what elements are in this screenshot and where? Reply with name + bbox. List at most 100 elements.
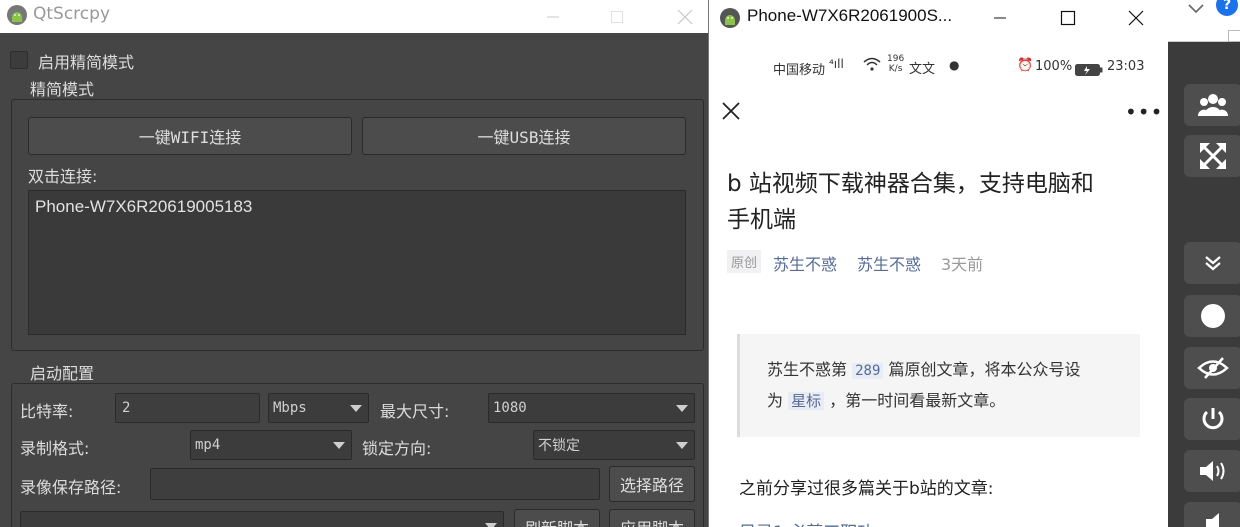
power-icon — [1202, 408, 1224, 430]
minimize-icon — [994, 17, 1006, 19]
notification-icons: ⽂⽂ — [909, 62, 936, 77]
select-path-button[interactable]: 选择路径 — [609, 466, 695, 502]
max-size-select[interactable]: 1080 — [488, 393, 695, 423]
script-select[interactable] — [20, 511, 504, 527]
volume-down-button[interactable] — [1184, 502, 1240, 527]
phone-minimize-button[interactable] — [977, 0, 1023, 36]
hide-button[interactable] — [1184, 347, 1240, 389]
wechat-icon: ● — [949, 58, 960, 72]
bitrate-input[interactable]: 2 — [115, 393, 260, 423]
record-path-input[interactable] — [150, 468, 600, 500]
refresh-script-button[interactable]: 刷新脚本 — [514, 509, 600, 527]
publish-date: 3天前 — [941, 255, 984, 274]
qtscrcpy-titlebar[interactable]: QtScrcpy — [0, 0, 708, 33]
phone-mirror-window: Phone-W7X6R2061900S... 中国移动 ⁴ıll 196 K/s… — [708, 0, 1169, 527]
account-link[interactable]: 苏生不惑 — [857, 251, 921, 275]
quote-line2: 为 星标 ，第一时间看最新文章。 — [767, 387, 1005, 411]
double-click-label: 双击连接: — [28, 167, 98, 186]
chevron-down-icon — [485, 523, 497, 527]
phone-screen[interactable]: 中国移动 ⁴ıll 196 K/s ⽂⽂ ● ⏰ 100% 23:03 ••• … — [709, 38, 1169, 527]
volume-up-button[interactable] — [1184, 450, 1240, 492]
quote-part3: 为 — [767, 391, 784, 410]
record-format-select[interactable]: mp4 — [190, 430, 352, 460]
maximize-button[interactable] — [594, 0, 640, 33]
chevron-down-icon[interactable] — [1188, 0, 1204, 19]
browser-tab-edge — [1228, 30, 1240, 42]
phone-maximize-button[interactable] — [1045, 0, 1091, 36]
wifi-icon — [863, 56, 881, 75]
article-cut-line: 目录1 必剪工职功 — [739, 518, 874, 527]
chevron-down-icon — [676, 405, 688, 412]
quote-block: 苏生不惑第 289 篇原创文章，将本公众号设 为 星标 ，第一时间看最新文章。 — [737, 334, 1140, 437]
article-title-line2: 手机端 — [727, 207, 796, 233]
lock-orientation-value: 不锁定 — [538, 438, 580, 454]
chevron-down-icon — [350, 405, 362, 412]
net-speed-unit: K/s — [888, 64, 903, 74]
record-path-label: 录像保存路径: — [20, 478, 122, 497]
lock-orientation-label: 锁定方向: — [362, 439, 432, 458]
original-tag: 原创 — [727, 250, 762, 273]
chevron-down-icon — [676, 442, 688, 449]
usb-connect-button[interactable]: 一键USB连接 — [362, 117, 686, 155]
minimize-icon — [547, 16, 559, 17]
maximize-icon — [611, 10, 623, 23]
touch-dot-icon — [1201, 304, 1225, 328]
touch-dot-button[interactable] — [1184, 295, 1240, 337]
browser-fragment: ? — [1168, 0, 1240, 42]
close-icon — [1128, 10, 1144, 26]
quote-star: 星标 — [788, 392, 825, 410]
qtscrcpy-window: QtScrcpy 启用精简模式 精简模式 一键WIFI连接 一键USB连接 双击… — [0, 0, 708, 527]
quote-line1: 苏生不惑第 289 篇原创文章，将本公众号设 — [767, 356, 1081, 380]
collapse-button[interactable] — [1184, 242, 1240, 284]
phone-close-button[interactable] — [1113, 0, 1159, 36]
record-format-value: mp4 — [195, 437, 221, 453]
clock: 23:03 — [1107, 59, 1145, 74]
collapse-icon — [1205, 256, 1221, 271]
quote-count: 289 — [852, 363, 884, 379]
more-options-icon[interactable]: ••• — [1125, 100, 1163, 124]
net-speed-value: 196 — [887, 54, 905, 64]
wifi-connect-button[interactable]: 一键WIFI连接 — [28, 117, 352, 155]
bitrate-unit-select[interactable]: Mbps — [268, 393, 369, 423]
author-link[interactable]: 苏生不惑 — [773, 251, 837, 275]
hide-eye-icon — [1197, 357, 1229, 379]
article-title-line1: b 站视频下载神器合集，支持电脑和 — [727, 171, 1094, 197]
phone-window-titlebar[interactable]: Phone-W7X6R2061900S... — [709, 0, 1169, 36]
bitrate-unit-value: Mbps — [273, 400, 307, 416]
simple-mode-group-title: 精简模式 — [30, 80, 95, 99]
max-size-value: 1080 — [493, 400, 527, 416]
close-button[interactable] — [662, 0, 708, 33]
volume-up-icon — [1200, 461, 1225, 481]
simple-mode-checkbox[interactable] — [10, 51, 28, 69]
scrcpy-side-toolbar: ? — [1168, 0, 1240, 527]
close-icon — [677, 9, 693, 24]
phone-window-title: Phone-W7X6R2061900S... — [747, 6, 953, 25]
quote-part2: 篇原创文章，将本公众号设 — [888, 360, 1081, 379]
fullscreen-button[interactable] — [1184, 135, 1240, 177]
minimize-button[interactable] — [530, 0, 576, 33]
group-control-button[interactable] — [1184, 84, 1240, 126]
volume-down-icon — [1206, 513, 1219, 527]
battery-icon — [1075, 61, 1103, 80]
net-speed: 196 K/s — [887, 54, 904, 74]
signal-icon: ⁴ıll — [829, 57, 844, 71]
article-paragraph: 之前分享过很多篇关于b站的文章: — [739, 479, 994, 499]
article-title: b 站视频下载神器合集，支持电脑和 手机端 — [727, 166, 1094, 238]
power-button[interactable] — [1184, 398, 1240, 440]
carrier-label: 中国移动 — [773, 63, 826, 78]
apply-script-button[interactable]: 应用脚本 — [609, 509, 695, 527]
fullscreen-icon — [1200, 143, 1226, 169]
startup-config-group-title: 启动配置 — [30, 364, 95, 383]
lock-orientation-select[interactable]: 不锁定 — [533, 430, 695, 460]
max-size-label: 最大尺寸: — [380, 402, 450, 421]
bitrate-label: 比特率: — [20, 402, 74, 421]
device-list-item[interactable]: Phone-W7X6R20619005183 — [35, 197, 252, 217]
close-article-icon[interactable] — [721, 101, 741, 125]
quote-part4: ，第一时间看最新文章。 — [829, 391, 1006, 410]
quote-part1: 苏生不惑第 — [767, 360, 848, 379]
device-list[interactable]: Phone-W7X6R20619005183 — [28, 190, 686, 335]
help-icon[interactable]: ? — [1216, 0, 1238, 16]
group-icon — [1198, 94, 1228, 116]
alarm-icon: ⏰ — [1017, 58, 1034, 73]
simple-mode-checkbox-label[interactable]: 启用精简模式 — [38, 49, 134, 73]
